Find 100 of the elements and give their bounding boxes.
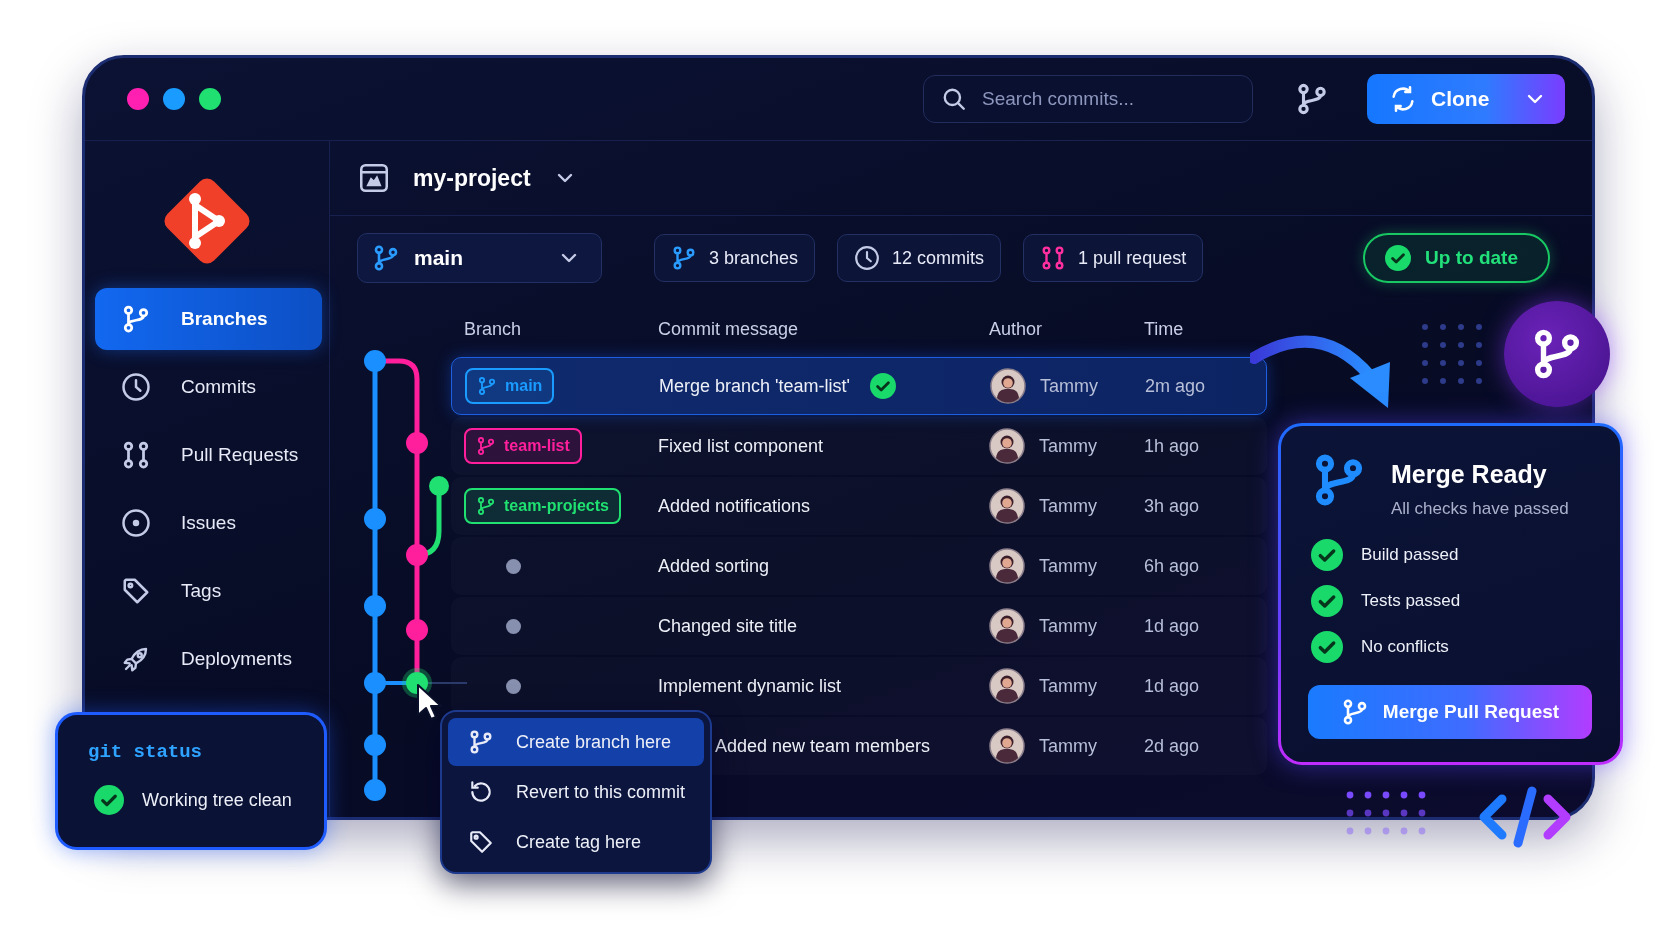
menu-item[interactable]: Create tag here [448, 818, 704, 866]
branch-tag[interactable]: team-projects [464, 488, 621, 524]
commit-row[interactable]: team-list Fixed list component Tammy 1h ago [451, 417, 1267, 475]
clock-icon [121, 372, 151, 402]
tag-icon [121, 576, 151, 606]
author-name: Tammy [1040, 375, 1098, 397]
branch-icon [476, 436, 496, 456]
commit-message: Added new team members [715, 735, 931, 757]
commit-time: 1d ago [1144, 615, 1201, 637]
project-name: my-project [413, 164, 531, 192]
author-name: Tammy [1039, 435, 1097, 457]
sidebar-item[interactable]: Branches [95, 288, 322, 350]
author-name: Tammy [1039, 675, 1097, 697]
commit-node [364, 508, 386, 530]
clone-button[interactable]: Clone [1367, 74, 1565, 124]
commit-node [429, 476, 449, 496]
avatar-icon [989, 608, 1025, 644]
branch-tag[interactable]: team-list [464, 428, 582, 464]
menu-item[interactable]: Create branch here [448, 718, 704, 766]
clock-icon [854, 245, 881, 271]
commit-row[interactable]: Implement dynamic list Tammy 1d ago [451, 657, 1267, 715]
merge-button[interactable]: Merge Pull Request [1308, 685, 1592, 739]
sidebar-item[interactable]: Deployments [95, 628, 322, 690]
commit-node [364, 734, 386, 756]
commit-node [364, 779, 386, 801]
commit-time: 2d ago [1144, 735, 1201, 757]
avatar-icon [989, 728, 1025, 764]
commit-row[interactable]: Changed site title Tammy 1d ago [451, 597, 1267, 655]
repository-icon [357, 161, 391, 195]
branch-dropdown[interactable]: main [357, 233, 602, 283]
branch-icon [671, 245, 697, 271]
commit-dot [506, 618, 521, 634]
commit-message: Fixed list component [658, 435, 824, 457]
commit-time: 1d ago [1144, 675, 1201, 697]
column-header: Branch [464, 318, 523, 340]
check-label: No conflicts [1361, 637, 1449, 657]
commit-message: Implement dynamic list [658, 675, 842, 697]
card-title: Merge Ready [1391, 460, 1548, 489]
author-name: Tammy [1039, 555, 1097, 577]
commit-node [364, 672, 386, 694]
stat-chip: 12 commits [837, 234, 1002, 282]
commit-dot [506, 558, 521, 574]
commit-node [406, 619, 428, 641]
branch-icon [121, 304, 151, 334]
avatar-icon [989, 428, 1025, 464]
branch-icon [1295, 82, 1329, 116]
commit-row[interactable]: team-projects Added notifications Tammy 3h ago [451, 477, 1267, 535]
commit-time: 6h ago [1144, 555, 1201, 577]
search-field[interactable]: Search commits... [923, 75, 1253, 123]
commit-message: Added sorting [658, 555, 770, 577]
commit-message: Added notifications [658, 495, 811, 517]
sidebar-item[interactable]: Commits [95, 356, 322, 418]
sync-icon [1389, 85, 1417, 113]
check-circle-icon [94, 785, 124, 815]
avatar-icon [989, 548, 1025, 584]
branch-icon [476, 496, 496, 516]
tag-icon [468, 829, 494, 855]
branch-tag[interactable]: main [465, 368, 555, 404]
commit-time: 2m ago [1145, 375, 1207, 397]
sidebar-item[interactable]: Issues [95, 492, 322, 554]
check-label: Build passed [1361, 545, 1459, 565]
avatar-icon [989, 488, 1025, 524]
check-circle-icon [1385, 245, 1412, 271]
commit-node [364, 350, 386, 372]
column-header: Commit message [658, 318, 800, 340]
stat-chip: 1 pull request [1023, 234, 1204, 282]
issue-icon [121, 508, 151, 538]
card-title: git status [88, 741, 204, 763]
stat-chip: 3 branches [654, 234, 816, 282]
column-header: Author [989, 318, 1044, 340]
commit-dot [506, 678, 521, 694]
undo-icon [468, 779, 494, 805]
avatar-icon [989, 668, 1025, 704]
column-header: Time [1144, 318, 1185, 340]
card-subtitle: All checks have passed [1391, 499, 1569, 519]
author-name: Tammy [1039, 615, 1097, 637]
commit-time: 1h ago [1144, 435, 1201, 457]
author-name: Tammy [1039, 735, 1097, 757]
commit-node [364, 595, 386, 617]
commit-node [406, 544, 428, 566]
window-control[interactable] [199, 88, 221, 110]
code-brackets-icon [1478, 785, 1572, 849]
commit-message: Merge branch 'team-list' [659, 375, 850, 397]
commit-row[interactable]: Added sorting Tammy 6h ago [451, 537, 1267, 595]
sidebar-item[interactable]: Pull Requests [95, 424, 322, 486]
window-control[interactable] [127, 88, 149, 110]
check-label: Tests passed [1361, 591, 1461, 611]
commit-time: 3h ago [1144, 495, 1201, 517]
avatar-icon [990, 368, 1026, 404]
status-pill: Up to date [1363, 233, 1550, 283]
dot-pattern [1420, 322, 1484, 386]
window-control[interactable] [163, 88, 185, 110]
branch-icon [372, 244, 400, 272]
author-name: Tammy [1039, 495, 1097, 517]
commit-message: Changed site title [658, 615, 798, 637]
sidebar-item[interactable]: Tags [95, 560, 322, 622]
pull-request-icon [121, 440, 151, 470]
status-message: Working tree clean [142, 789, 292, 811]
branch-icon [477, 376, 497, 396]
commit-row[interactable]: main Merge branch 'team-list' Tammy 2m ago [451, 357, 1267, 415]
